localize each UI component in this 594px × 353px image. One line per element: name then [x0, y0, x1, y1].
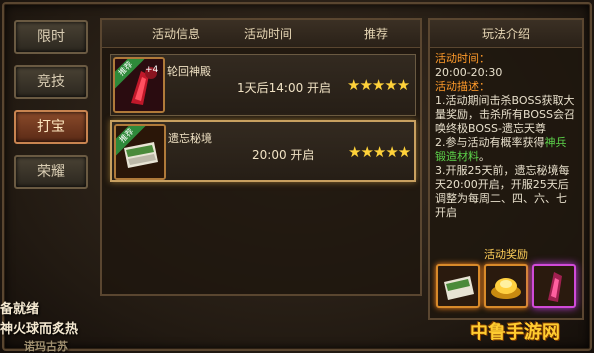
tab-limited[interactable]: 限时	[14, 20, 88, 54]
desc-3: 3.开服25天前，遗忘秘境每天20:00开启，开服25天后调整为每周二、四、六、…	[435, 164, 570, 219]
desc-2-text: 2.参与活动有概率获得	[435, 136, 545, 149]
info-body: 活动时间： 20:00-20:30 活动描述： 1.活动期间击杀BOSS获取大量…	[430, 48, 582, 224]
overlay-line-1: 备就绪	[0, 302, 40, 317]
game-window: 限时 竞技 打宝 荣耀 活动信息 活动时间 推荐 推荐 +4 轮回神殿 1天后1…	[0, 0, 594, 353]
header-info: 活动信息	[152, 27, 201, 41]
event-time: 20:00 开启	[252, 148, 315, 162]
tab-treasure[interactable]: 打宝	[14, 110, 88, 144]
desc-1: 1.活动期间击杀BOSS获取大量奖励，击杀所有BOSS会召唤终极BOSS-遗忘天…	[435, 94, 575, 135]
reward-purple-gem-icon[interactable]	[532, 264, 576, 308]
reward-gold-ingot-icon[interactable]	[484, 264, 528, 308]
event-row-forgotten-realm[interactable]: 推荐 遗忘秘境 20:00 开启 ★★★★★	[110, 120, 416, 182]
scroll-book-icon: 推荐	[114, 124, 166, 180]
info-title: 玩法介绍	[430, 20, 582, 48]
star-rating: ★★★★★	[348, 143, 411, 161]
event-list-panel: 活动信息 活动时间 推荐 推荐 +4 轮回神殿 1天后14:00 开启 ★★★★…	[100, 18, 422, 296]
header-time: 活动时间	[244, 27, 293, 41]
overlay-line-2: 神火球而炙热	[0, 322, 79, 337]
reward-scroll-icon[interactable]	[436, 264, 480, 308]
category-tabs: 限时 竞技 打宝 荣耀	[10, 20, 94, 200]
desc-2: 2.参与活动有概率获得神兵锻造材料。	[435, 136, 577, 164]
overlay-line-3: 诺玛古苏	[24, 340, 68, 353]
event-time: 1天后14:00 开启	[237, 81, 332, 95]
site-watermark: 中鲁手游网	[470, 322, 560, 343]
header-rating: 推荐	[364, 27, 389, 41]
time-label: 活动时间：	[435, 52, 490, 65]
demon-gem-icon: 推荐 +4	[113, 57, 165, 113]
tab-arena[interactable]: 竞技	[14, 65, 88, 99]
event-row-samsara-temple[interactable]: 推荐 +4 轮回神殿 1天后14:00 开启 ★★★★★	[110, 54, 416, 116]
time-value: 20:00-20:30	[435, 66, 503, 79]
event-name: 轮回神殿	[167, 65, 211, 78]
reward-title: 活动奖励	[484, 248, 528, 261]
upgrade-badge: +4	[145, 65, 159, 75]
desc-label: 活动描述：	[435, 80, 490, 93]
tab-glory[interactable]: 荣耀	[14, 155, 88, 189]
desc-2-end: 。	[479, 150, 490, 163]
star-rating: ★★★★★	[347, 76, 410, 94]
gameplay-info-panel: 玩法介绍 活动时间： 20:00-20:30 活动描述： 1.活动期间击杀BOS…	[428, 18, 584, 320]
event-name: 遗忘秘境	[168, 132, 212, 145]
